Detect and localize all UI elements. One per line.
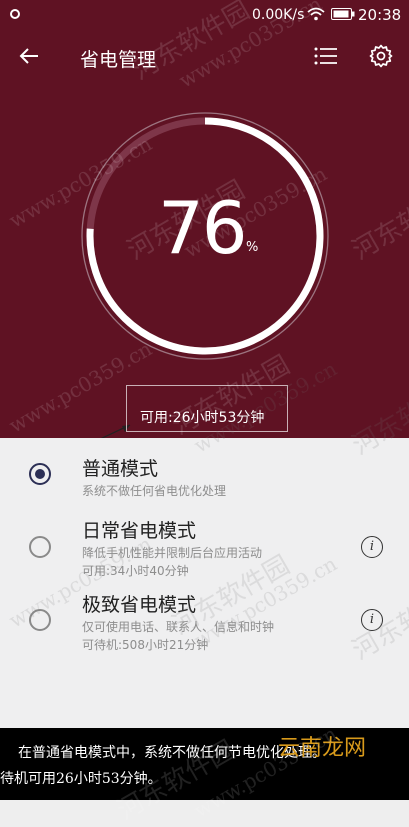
percent-sign: % xyxy=(246,240,259,255)
battery-icon xyxy=(331,8,355,20)
network-speed: 0.00K/s xyxy=(252,7,305,23)
info-icon[interactable]: i xyxy=(361,536,383,558)
mode-title: 极致省电模式 xyxy=(82,594,197,616)
list-menu-icon[interactable] xyxy=(313,46,339,66)
info-icon[interactable]: i xyxy=(361,609,383,631)
status-bar: 0.00K/s 20:38 xyxy=(0,0,409,30)
mode-option-daily[interactable]: 日常省电模式 降低手机性能并限制后台应用活动 可用:34小时40分钟 i xyxy=(0,508,409,588)
mode-option-normal[interactable]: 普通模式 系统不做任何省电优化处理 xyxy=(0,438,409,518)
mode-list: 普通模式 系统不做任何省电优化处理 日常省电模式 降低手机性能并限制后台应用活动… xyxy=(0,438,409,728)
mode-title: 日常省电模式 xyxy=(82,520,197,542)
clock: 20:38 xyxy=(358,6,402,24)
site-logo: 云南龙网 xyxy=(278,736,367,761)
mode-option-extreme[interactable]: 极致省电模式 仅可使用电话、联系人、信息和时钟 可待机:508小时21分钟 i xyxy=(0,583,409,668)
notification-dot-icon xyxy=(10,9,20,19)
caption-line-2: 待机可用26小时53分钟。 xyxy=(0,771,162,787)
mode-title: 普通模式 xyxy=(82,458,159,480)
header-panel: 0.00K/s 20:38 省电管理 76 % 可用:26小时53分钟 xyxy=(0,0,409,457)
page-title: 省电管理 xyxy=(80,49,157,71)
mode-time: 可待机:508小时21分钟 xyxy=(82,638,209,652)
mode-desc: 系统不做任何省电优化处理 xyxy=(82,484,227,498)
radio-unselected-icon[interactable] xyxy=(29,536,51,558)
gear-icon[interactable] xyxy=(369,44,393,68)
mode-desc: 降低手机性能并限制后台应用活动 xyxy=(82,546,263,560)
battery-percent: 76 xyxy=(158,186,248,270)
app-bar: 省电管理 xyxy=(0,30,409,82)
mode-desc: 仅可使用电话、联系人、信息和时钟 xyxy=(82,620,275,634)
wifi-icon xyxy=(307,7,325,21)
back-arrow-icon[interactable] xyxy=(18,46,40,66)
radio-unselected-icon[interactable] xyxy=(29,609,51,631)
available-time: 可用:26小时53分钟 xyxy=(140,410,265,426)
radio-selected-icon[interactable] xyxy=(29,463,51,485)
mode-time: 可用:34小时40分钟 xyxy=(82,564,189,578)
